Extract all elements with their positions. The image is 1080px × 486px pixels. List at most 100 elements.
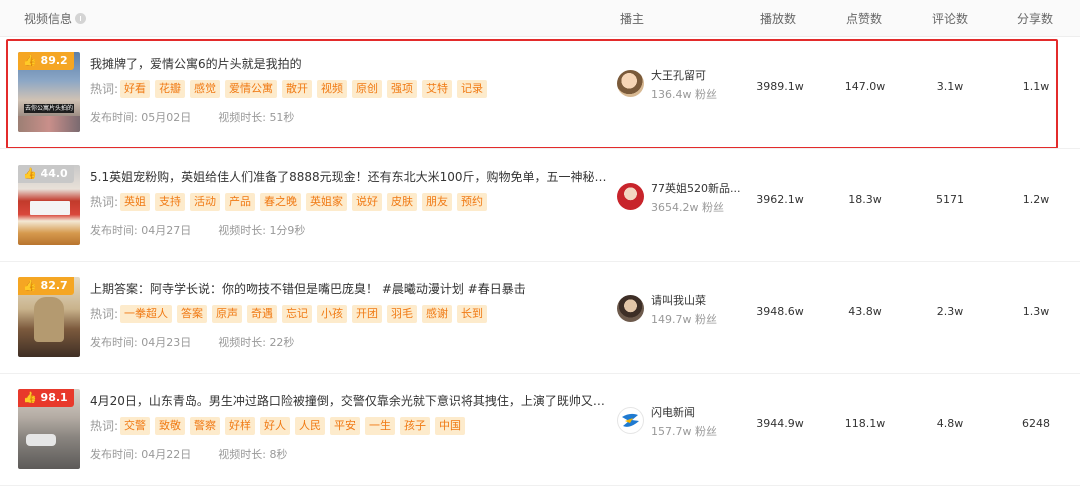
hotwords: 热词: 交警 致敬 警察 好样 好人 人民 平安 一生 孩子 中国 [90, 416, 470, 435]
video-title[interactable]: 5.1英姐宠粉购，英姐给佳人们准备了8888元现金！还有东北大米100斤，购物免… [90, 168, 615, 185]
hotword-tag[interactable]: 好样 [225, 416, 256, 435]
header-likes[interactable]: 点赞数 [846, 10, 882, 27]
shares-count: 1.1w [1022, 80, 1050, 93]
hotword-tag[interactable]: 活动 [190, 192, 221, 211]
avatar[interactable] [617, 295, 644, 322]
thumbs-up-icon: 👍 [23, 167, 37, 180]
header-comments[interactable]: 评论数 [932, 10, 968, 27]
table-row[interactable]: 👍 98.1 4月20日，山东青岛。男生冲过路口险被撞倒，交警仅靠余光就下意识将… [0, 374, 1080, 486]
publish-time-label: 发布时间: [90, 224, 138, 237]
hotword-tag[interactable]: 支持 [155, 192, 186, 211]
hotword-tag[interactable]: 小孩 [317, 304, 348, 323]
score-badge: 👍 44.0 [18, 165, 74, 183]
thumbs-up-icon: 👍 [23, 54, 37, 67]
hotword-tag[interactable]: 一拳超人 [120, 304, 173, 323]
hotword-tag[interactable]: 英姐家 [306, 192, 348, 211]
header-shares[interactable]: 分享数 [1017, 10, 1053, 27]
hotword-tag[interactable]: 预约 [457, 192, 488, 211]
thumbs-up-icon: 👍 [23, 391, 37, 404]
avatar[interactable] [617, 407, 644, 434]
hotword-tag[interactable]: 开团 [352, 304, 383, 323]
hotwords-label: 热词: [90, 307, 119, 321]
hotword-tag[interactable]: 奇遇 [247, 304, 278, 323]
video-thumbnail[interactable]: 👍 44.0 [18, 165, 80, 245]
streamer-fans: 157.7w 粉丝 [651, 425, 717, 438]
hotword-tag[interactable]: 朋友 [422, 192, 453, 211]
hotword-tag[interactable]: 中国 [435, 416, 466, 435]
likes-count: 43.8w [848, 305, 882, 318]
duration-value: 22秒 [269, 336, 295, 349]
publish-time-label: 发布时间: [90, 336, 138, 349]
hotword-tag[interactable]: 散开 [282, 79, 313, 98]
video-meta: 发布时间: 04月22日 视频时长: 8秒 [90, 446, 287, 462]
thumbnail-caption: 去你公寓片头拍的 [24, 104, 74, 113]
table-row[interactable]: 👍 89.2 去你公寓片头拍的 我摊牌了，爱情公寓6的片头就是我拍的 热词: 好看… [0, 37, 1080, 149]
hotword-tag[interactable]: 原声 [212, 304, 243, 323]
hotwords: 热词: 一拳超人 答案 原声 奇遇 忘记 小孩 开团 羽毛 感谢 长到 [90, 304, 492, 323]
row-divider [0, 148, 1080, 149]
table-header: 视频信息 播主 播放数 点赞数 评论数 分享数 [0, 0, 1080, 37]
hotword-tag[interactable]: 原创 [352, 79, 383, 98]
comments-count: 4.8w [936, 417, 964, 430]
hotword-tag[interactable]: 忘记 [282, 304, 313, 323]
hotword-tag[interactable]: 孩子 [400, 416, 431, 435]
hotword-tag[interactable]: 人民 [295, 416, 326, 435]
streamer-name[interactable]: 77英姐520新品... [651, 180, 741, 196]
hotword-tag[interactable]: 花瓣 [155, 79, 186, 98]
plays-count: 3962.1w [756, 193, 804, 206]
hotword-tag[interactable]: 平安 [330, 416, 361, 435]
hotword-tag[interactable]: 好看 [120, 79, 151, 98]
table-row[interactable]: 👍 82.7 上期答案：阿寺学长说：你的吻技不错但是嘴巴庞臭！ #晨曦动漫计划 … [0, 262, 1080, 374]
score-badge: 👍 82.7 [18, 277, 74, 295]
shares-count: 6248 [1022, 417, 1050, 430]
video-thumbnail[interactable]: 👍 98.1 [18, 389, 80, 469]
hotword-tag[interactable]: 感觉 [190, 79, 221, 98]
hotword-tag[interactable]: 爱情公寓 [225, 79, 278, 98]
score-badge: 👍 89.2 [18, 52, 74, 70]
hotword-tag[interactable]: 羽毛 [387, 304, 418, 323]
avatar[interactable] [617, 183, 644, 210]
hotword-tag[interactable]: 感谢 [422, 304, 453, 323]
likes-count: 18.3w [848, 193, 882, 206]
header-plays[interactable]: 播放数 [760, 10, 796, 27]
video-title[interactable]: 4月20日，山东青岛。男生冲过路口险被撞倒，交警仅靠余光就下意识将其拽住，上演了… [90, 392, 615, 409]
hotword-tag[interactable]: 长到 [457, 304, 488, 323]
avatar[interactable] [617, 70, 644, 97]
video-thumbnail[interactable]: 👍 82.7 [18, 277, 80, 357]
hotword-tag[interactable]: 一生 [365, 416, 396, 435]
hotword-tag[interactable]: 答案 [177, 304, 208, 323]
thumbs-up-icon: 👍 [23, 279, 37, 292]
hotword-tag[interactable]: 好人 [260, 416, 291, 435]
header-video-info: 视频信息 [24, 10, 87, 27]
hotword-tag[interactable]: 交警 [120, 416, 151, 435]
hotword-tag[interactable]: 警察 [190, 416, 221, 435]
comments-count: 3.1w [936, 80, 964, 93]
publish-time-label: 发布时间: [90, 111, 138, 124]
hotword-tag[interactable]: 艾特 [422, 79, 453, 98]
video-title[interactable]: 我摊牌了，爱情公寓6的片头就是我拍的 [90, 55, 615, 72]
hotword-tag[interactable]: 说好 [352, 192, 383, 211]
hotword-tag[interactable]: 春之晚 [260, 192, 302, 211]
streamer-name[interactable]: 大王孔留可 [651, 67, 741, 83]
shares-count: 1.3w [1022, 305, 1050, 318]
hotword-tag[interactable]: 强项 [387, 79, 418, 98]
lightning-logo-icon [619, 409, 642, 432]
hotword-tag[interactable]: 英姐 [120, 192, 151, 211]
table-row[interactable]: 👍 44.0 5.1英姐宠粉购，英姐给佳人们准备了8888元现金！还有东北大米1… [0, 150, 1080, 262]
hotword-tag[interactable]: 致敬 [155, 416, 186, 435]
hotword-tag[interactable]: 记录 [457, 79, 488, 98]
hotwords: 热词: 英姐 支持 活动 产品 春之晚 英姐家 说好 皮肤 朋友 预约 [90, 192, 492, 211]
hotword-tag[interactable]: 产品 [225, 192, 256, 211]
streamer-name[interactable]: 请叫我山菜 [651, 292, 741, 308]
hotword-tag[interactable]: 皮肤 [387, 192, 418, 211]
video-title[interactable]: 上期答案：阿寺学长说：你的吻技不错但是嘴巴庞臭！ #晨曦动漫计划 #春日暴击 [90, 280, 615, 297]
streamer-name[interactable]: 闪电新闻 [651, 404, 741, 420]
header-streamer: 播主 [620, 12, 645, 26]
duration-value: 51秒 [269, 111, 295, 124]
video-meta: 发布时间: 04月23日 视频时长: 22秒 [90, 334, 294, 350]
hotword-tag[interactable]: 视频 [317, 79, 348, 98]
info-icon[interactable] [75, 13, 87, 24]
score-value: 44.0 [40, 167, 68, 180]
plays-count: 3944.9w [756, 417, 804, 430]
video-thumbnail[interactable]: 👍 89.2 去你公寓片头拍的 [18, 52, 80, 132]
